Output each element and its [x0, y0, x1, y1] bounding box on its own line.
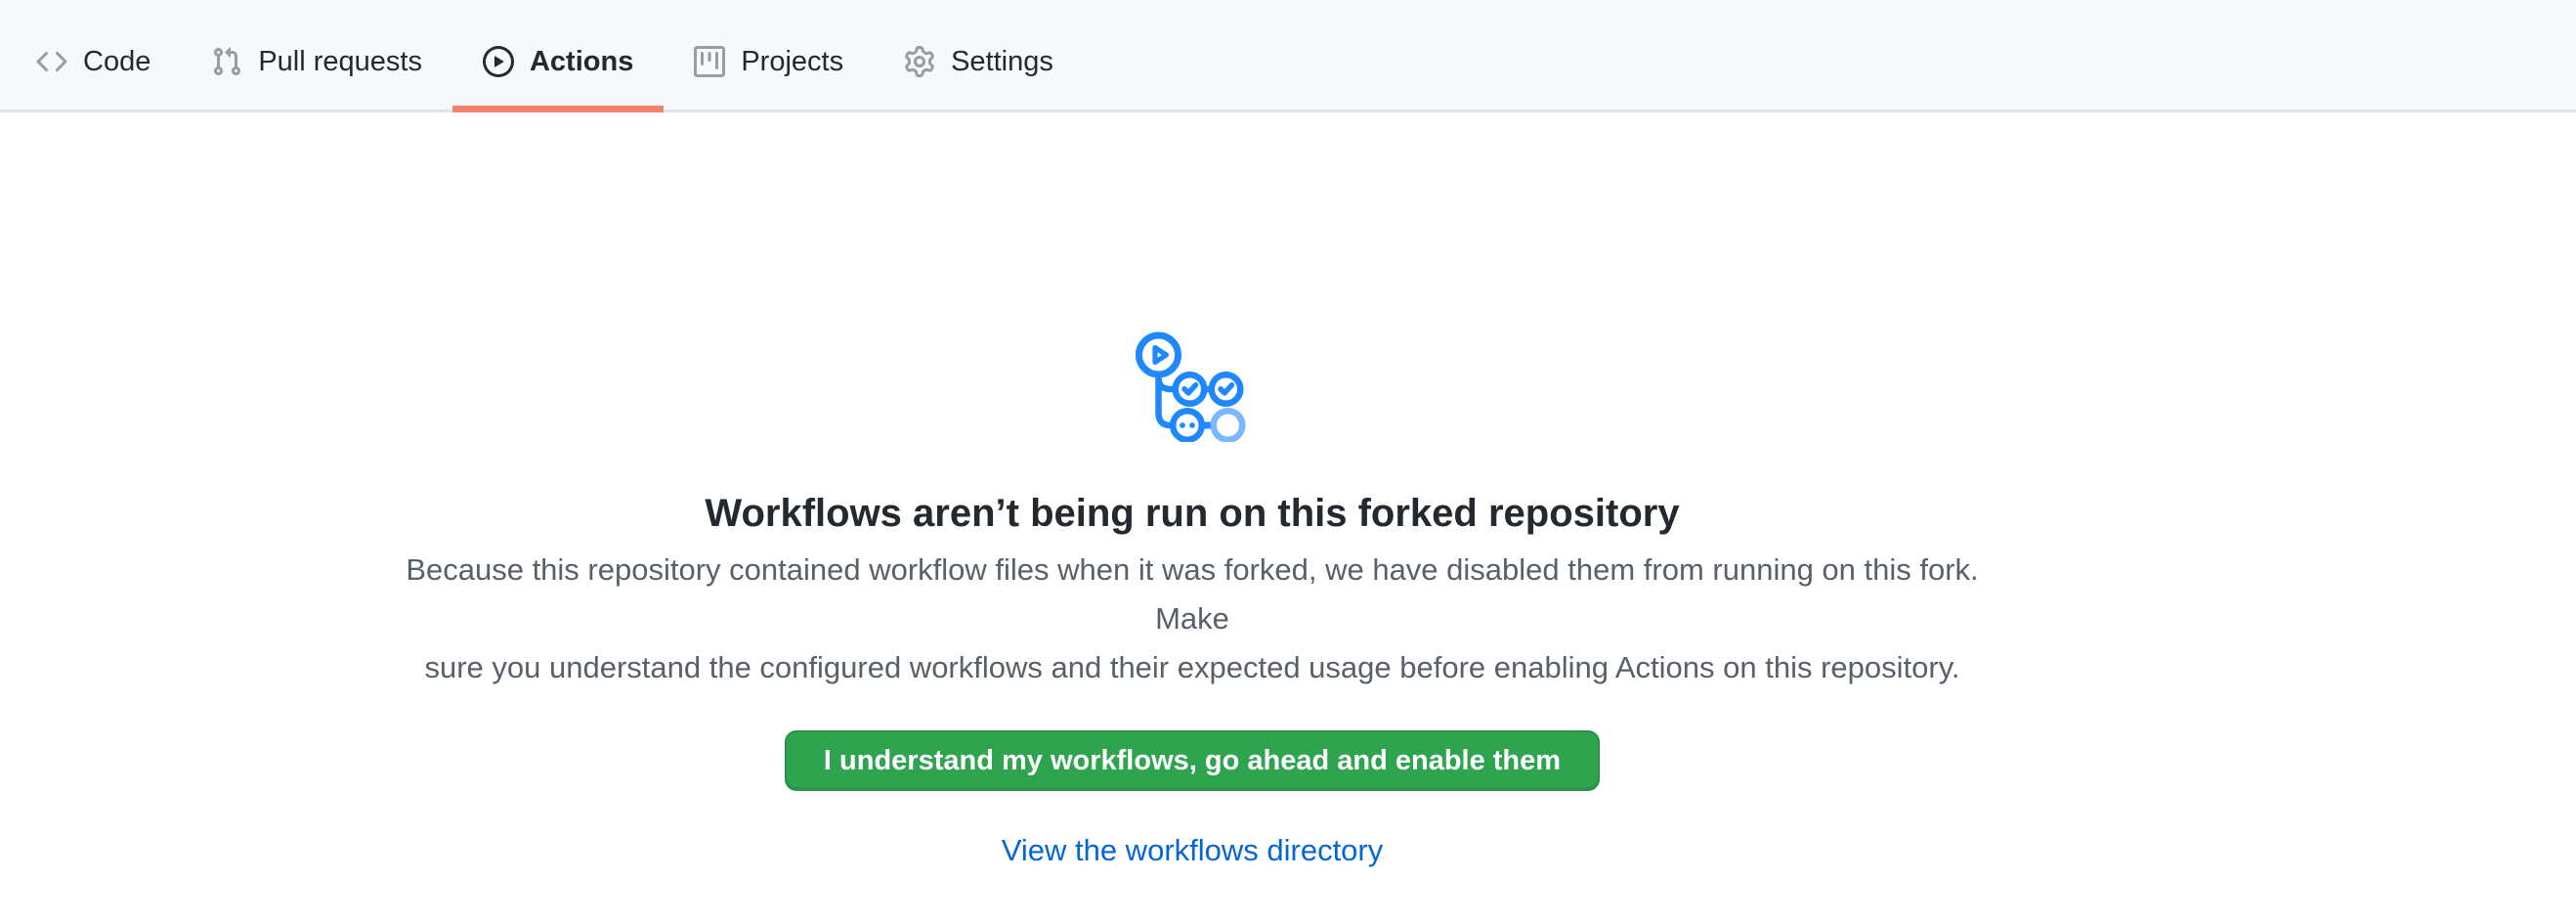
tab-settings[interactable]: Settings: [874, 0, 1084, 110]
description-line: sure you understand the configured workf…: [381, 643, 2003, 692]
tab-label: Actions: [530, 46, 633, 78]
tab-label: Code: [83, 46, 150, 78]
play-circle-icon: [483, 46, 514, 77]
description-line: Because this repository contained workfl…: [381, 546, 2003, 643]
actions-workflow-icon: [0, 330, 2384, 442]
blankslate-description: Because this repository contained workfl…: [381, 546, 2003, 692]
tab-code[interactable]: Code: [6, 0, 181, 110]
project-board-icon: [694, 46, 725, 77]
tab-label: Settings: [951, 46, 1053, 78]
enable-workflows-button[interactable]: I understand my workflows, go ahead and …: [785, 730, 1600, 791]
tab-actions[interactable]: Actions: [452, 0, 664, 110]
tab-label: Pull requests: [258, 46, 422, 78]
tab-label: Projects: [741, 46, 843, 78]
tab-projects[interactable]: Projects: [664, 0, 874, 110]
repo-tab-nav: Code Pull requests Actions Projects Sett…: [0, 0, 2576, 112]
view-workflows-directory-link[interactable]: View the workflows directory: [0, 826, 2384, 875]
gear-icon: [904, 46, 935, 77]
actions-disabled-blankslate: Workflows aren’t being run on this forke…: [0, 112, 2384, 875]
code-icon: [36, 46, 67, 77]
blankslate-heading: Workflows aren’t being run on this forke…: [0, 489, 2384, 538]
tab-pull-requests[interactable]: Pull requests: [181, 0, 452, 110]
pull-request-icon: [211, 46, 242, 77]
